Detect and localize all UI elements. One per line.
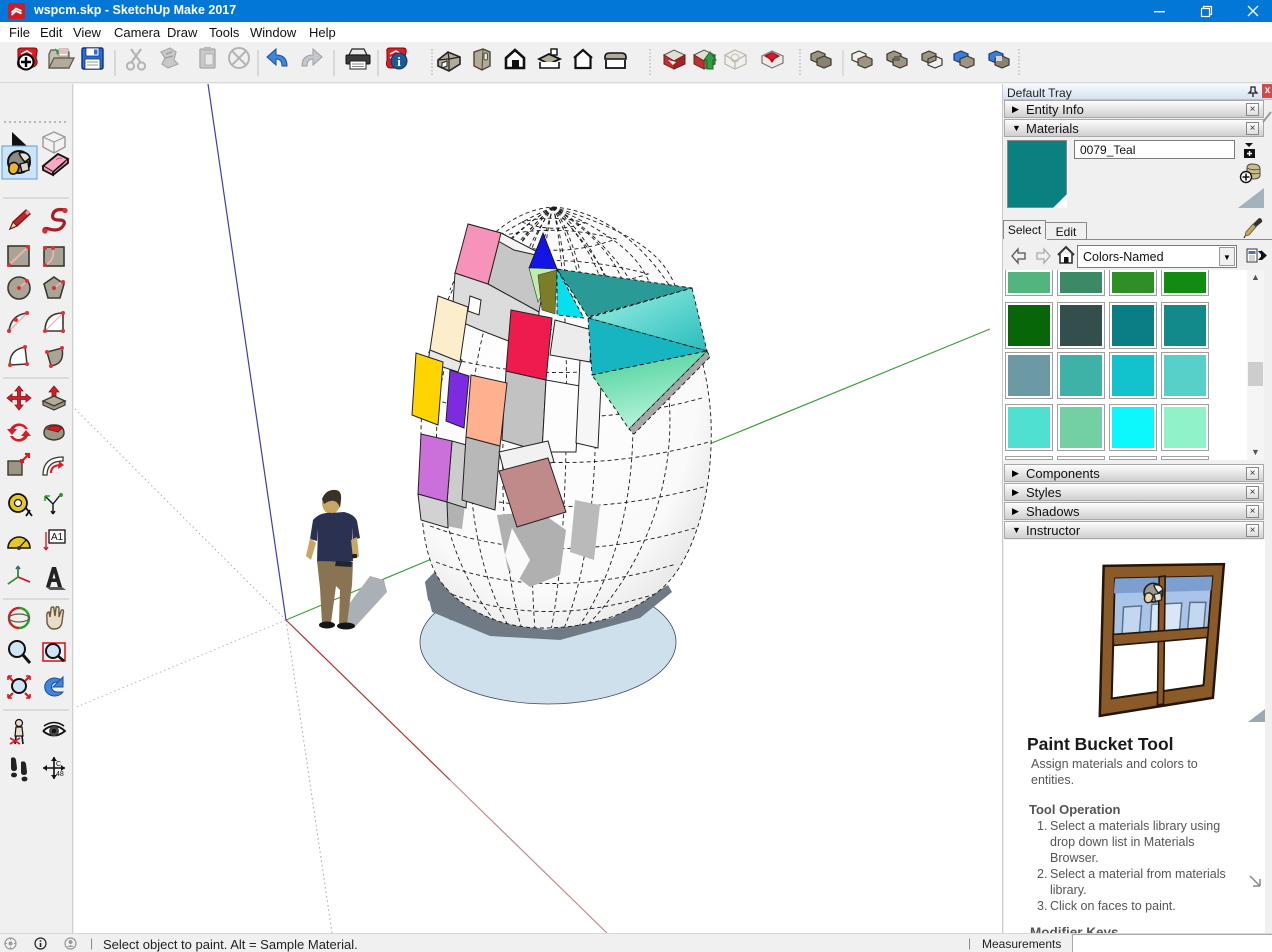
svg-text:48: 48 (56, 771, 64, 778)
svg-text:i: i (397, 54, 401, 69)
svg-text:C: C (56, 761, 61, 768)
svg-text:A1: A1 (51, 532, 64, 543)
